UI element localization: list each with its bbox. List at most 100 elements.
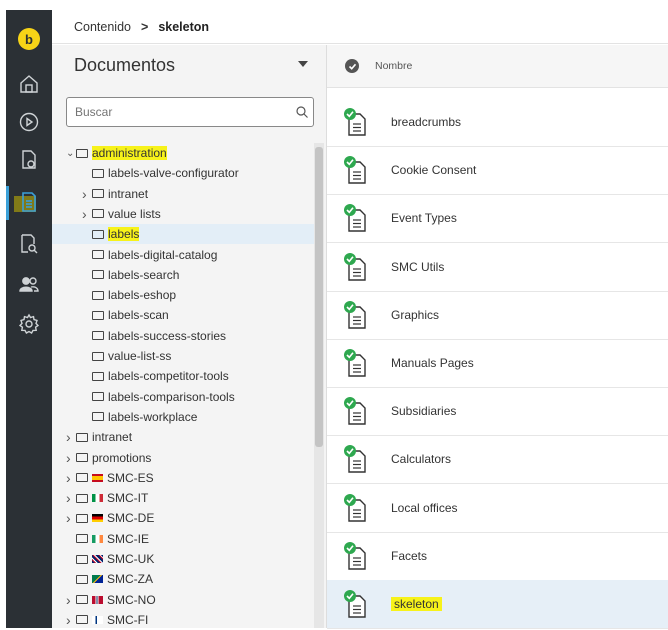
folder-icon	[76, 473, 88, 483]
users-icon[interactable]	[17, 272, 41, 296]
published-document-icon	[343, 252, 369, 282]
documents-icon[interactable]	[17, 190, 41, 214]
tree-item[interactable]: value-list-ss	[52, 346, 314, 366]
tree-item-label: administration	[92, 146, 167, 160]
flag-no-icon	[92, 595, 103, 604]
panel-title: Documentos	[74, 54, 176, 75]
tree-item[interactable]: labels-search	[52, 265, 314, 285]
document-row-label: Facets	[391, 548, 428, 563]
app-logo[interactable]: b	[18, 28, 40, 50]
document-row-label: Manuals Pages	[391, 356, 474, 370]
document-row[interactable]: skeleton	[327, 580, 668, 629]
tree-item[interactable]: labels-competitor-tools	[52, 366, 314, 386]
document-row[interactable]: Graphics	[327, 291, 668, 340]
breadcrumb-root[interactable]: Contenido	[74, 20, 131, 34]
folder-icon	[76, 615, 88, 625]
tree-item[interactable]: labels-scan	[52, 305, 314, 325]
scrollbar-thumb[interactable]	[315, 147, 323, 447]
document-settings-icon[interactable]	[17, 148, 41, 172]
tree-item[interactable]: › value lists	[52, 204, 314, 224]
panel-title-dropdown[interactable]: Documentos	[52, 45, 326, 85]
published-document-icon	[343, 444, 369, 474]
tree-item-label: promotions	[92, 450, 152, 465]
tree-item-label: value lists	[108, 206, 161, 221]
document-search-icon[interactable]	[17, 232, 41, 256]
tree-item[interactable]: › intranet	[52, 427, 314, 447]
document-row[interactable]: SMC Utils	[327, 243, 668, 292]
folder-icon	[92, 189, 104, 199]
tree-item-label: labels-workplace	[108, 409, 198, 424]
tree-item[interactable]: labels-valve-configurator	[52, 163, 314, 183]
document-row-label: breadcrumbs	[391, 115, 462, 129]
tree-item-label: SMC-NO	[107, 592, 156, 607]
folder-icon	[76, 554, 88, 564]
tree-item[interactable]: labels-workplace	[52, 407, 314, 427]
chevron-right-icon[interactable]: ›	[66, 450, 76, 466]
chevron-right-icon[interactable]: ›	[66, 612, 76, 628]
chevron-down-icon[interactable]: ⌄	[66, 148, 76, 159]
tree-scrollbar[interactable]	[314, 143, 324, 628]
published-document-icon	[343, 348, 369, 378]
tree-item-label: labels-valve-configurator	[108, 166, 239, 181]
document-row[interactable]: Cookie Consent	[327, 146, 668, 196]
document-row[interactable]: Local offices	[327, 484, 668, 533]
document-row[interactable]: Manuals Pages	[327, 339, 668, 388]
tree-item-label: labels-competitor-tools	[108, 369, 229, 384]
folder-icon	[92, 331, 104, 341]
folder-icon	[76, 148, 88, 158]
tree-item[interactable]: labels	[52, 224, 314, 245]
document-row[interactable]: Subsidiaries	[327, 387, 668, 437]
document-row[interactable]: Event Types	[327, 194, 668, 244]
tree-item[interactable]: ⌄ administration	[52, 143, 314, 163]
flag-fi-icon	[92, 615, 103, 624]
tree-item[interactable]: labels-success-stories	[52, 326, 314, 346]
tree-item-label: SMC-IE	[107, 531, 149, 546]
tree-item[interactable]: › SMC-FI	[52, 610, 314, 630]
tree-item-label: SMC-IT	[107, 491, 149, 506]
chevron-right-icon[interactable]: ›	[66, 429, 76, 445]
tree-item-label: SMC-FI	[107, 612, 149, 627]
folder-icon	[76, 534, 88, 544]
chevron-right-icon[interactable]: ›	[66, 470, 76, 486]
folder-icon	[92, 351, 104, 361]
search-icon[interactable]	[295, 105, 309, 119]
chevron-right-icon[interactable]: ›	[66, 490, 76, 506]
tree-item[interactable]: labels-eshop	[52, 285, 314, 305]
chevron-right-icon[interactable]: ›	[82, 206, 92, 222]
caret-down-icon[interactable]	[298, 61, 308, 67]
chevron-right-icon[interactable]: ›	[66, 592, 76, 608]
tree-item[interactable]: › SMC-IT	[52, 488, 314, 508]
document-row[interactable]: Facets	[327, 532, 668, 581]
tree-item[interactable]: SMC-IE	[52, 529, 314, 549]
folder-icon	[92, 412, 104, 422]
gear-icon[interactable]	[17, 312, 41, 336]
folder-icon	[92, 209, 104, 219]
tree-item[interactable]: labels-comparison-tools	[52, 387, 314, 407]
tree-item[interactable]: › SMC-ES	[52, 468, 314, 488]
documents-tree-panel: Documentos ⌄ administration labels-valve-c…	[52, 45, 327, 628]
search-input[interactable]	[66, 97, 314, 127]
tree-item[interactable]: › promotions	[52, 448, 314, 468]
select-all-check-icon[interactable]	[345, 59, 359, 73]
chevron-right-icon[interactable]: ›	[82, 186, 92, 202]
document-row[interactable]: Calculators	[327, 435, 668, 485]
document-list-panel: Nombre breadcrumbs Cookie Consent Event Ty…	[327, 45, 668, 629]
chevron-right-icon[interactable]: ›	[66, 510, 76, 526]
document-row[interactable]: breadcrumbs	[327, 98, 668, 147]
play-circle-icon[interactable]	[17, 110, 41, 134]
list-header: Nombre	[327, 45, 668, 88]
column-header-name[interactable]: Nombre	[375, 60, 412, 72]
tree-item[interactable]: SMC-ZA	[52, 569, 314, 589]
flag-es-icon	[92, 473, 103, 482]
published-document-icon	[343, 493, 369, 523]
flag-uk-icon	[92, 555, 103, 563]
home-icon[interactable]	[17, 72, 41, 96]
tree-item[interactable]: › intranet	[52, 184, 314, 204]
tree-item[interactable]: SMC-UK	[52, 549, 314, 569]
tree-item[interactable]: › SMC-DE	[52, 508, 314, 528]
tree-item[interactable]: › SMC-NO	[52, 590, 314, 610]
tree-item-label: labels-digital-catalog	[108, 247, 218, 262]
breadcrumb-current: skeleton	[158, 19, 210, 34]
tree-item[interactable]: labels-digital-catalog	[52, 245, 314, 265]
flag-ie-icon	[92, 534, 103, 543]
